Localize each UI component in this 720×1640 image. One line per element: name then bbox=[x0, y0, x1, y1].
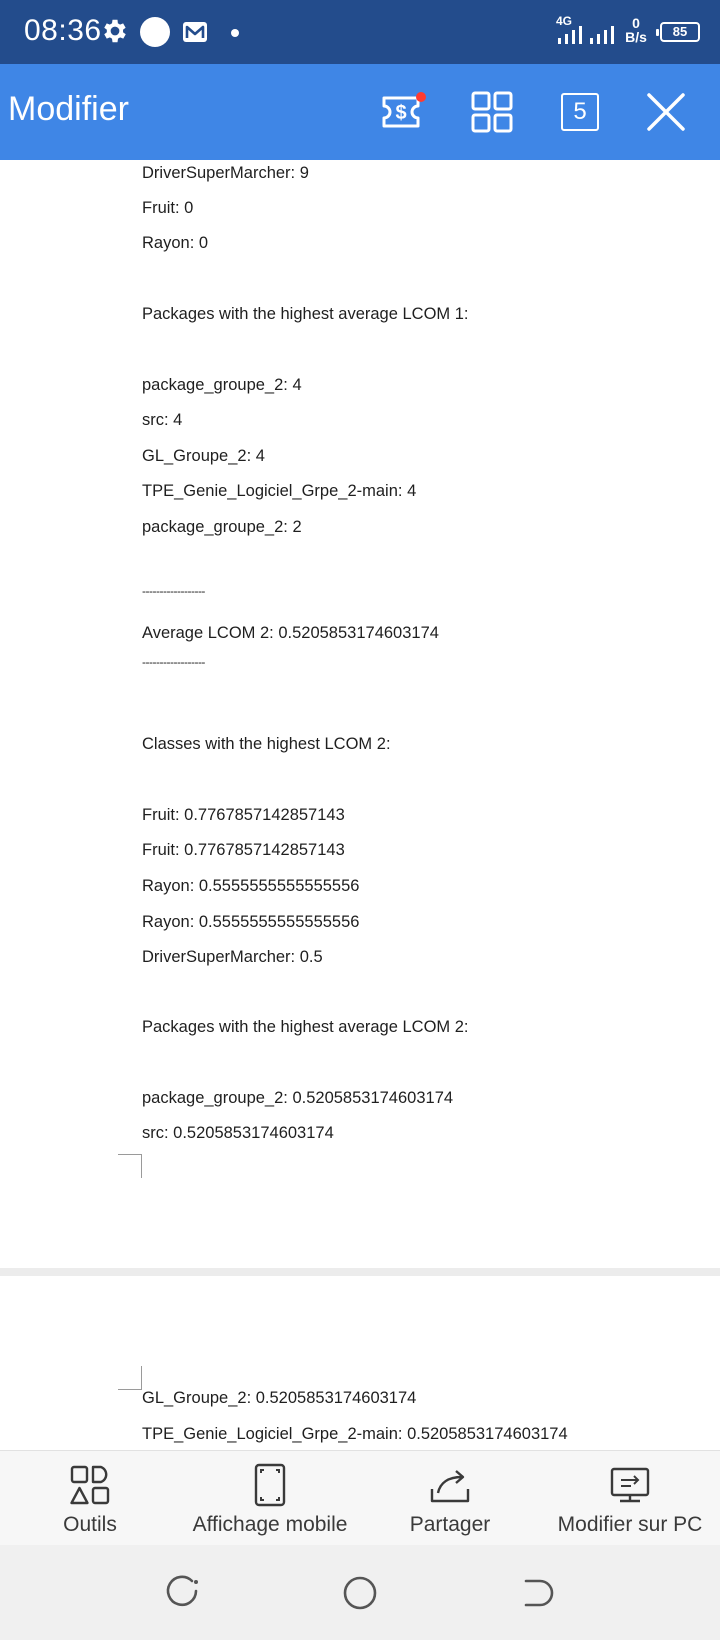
doc-line: package_groupe_2: 0.5205853174603174 bbox=[142, 1089, 454, 1107]
document-viewer[interactable]: DriverSuperMarcher: 9 Fruit: 0 Rayon: 0 … bbox=[0, 160, 720, 1450]
recent-apps-icon[interactable] bbox=[164, 1573, 204, 1613]
status-time: 08:36 bbox=[24, 14, 102, 47]
circle-notification-icon bbox=[140, 17, 170, 47]
share-button[interactable]: Partager bbox=[390, 1451, 510, 1546]
doc-line: Average LCOM 2: 0.5205853174603174 bbox=[142, 624, 439, 642]
edit-on-pc-label: Modifier sur PC bbox=[557, 1513, 703, 1536]
back-icon[interactable] bbox=[516, 1573, 556, 1613]
speed-unit: B/s bbox=[625, 29, 647, 45]
tools-button[interactable]: Outils bbox=[40, 1451, 140, 1546]
doc-line: GL_Groupe_2: 4 bbox=[142, 447, 265, 465]
page-margin-marker bbox=[118, 1366, 142, 1390]
svg-text:$: $ bbox=[395, 102, 406, 124]
edit-on-pc-icon bbox=[610, 1467, 650, 1503]
doc-line: DriverSuperMarcher: 0.5 bbox=[142, 948, 323, 966]
close-button[interactable] bbox=[640, 86, 692, 138]
doc-line: package_groupe_2: 2 bbox=[142, 518, 302, 536]
doc-line: src: 4 bbox=[142, 411, 183, 429]
doc-line: Fruit: 0.7767857142857143 bbox=[142, 806, 345, 824]
doc-line: Rayon: 0.5555555555555556 bbox=[142, 877, 360, 895]
mobile-view-label: Affichage mobile bbox=[192, 1513, 348, 1536]
page-title: Modifier bbox=[8, 90, 129, 128]
grid-view-button[interactable] bbox=[466, 86, 518, 138]
doc-line: TPE_Genie_Logiciel_Grpe_2-main: 0.520585… bbox=[142, 1425, 568, 1443]
doc-line: DriverSuperMarcher: 9 bbox=[142, 164, 309, 182]
premium-button[interactable]: $ bbox=[378, 86, 430, 138]
close-icon bbox=[647, 93, 685, 131]
gear-icon bbox=[104, 19, 126, 43]
doc-line: Rayon: 0.5555555555555556 bbox=[142, 913, 360, 931]
mobile-view-button[interactable]: Affichage mobile bbox=[178, 1451, 362, 1546]
doc-line: Packages with the highest average LCOM 1… bbox=[142, 305, 469, 323]
edit-on-pc-button[interactable]: Modifier sur PC bbox=[548, 1451, 712, 1546]
doc-line: Rayon: 0 bbox=[142, 234, 209, 252]
share-icon bbox=[430, 1470, 470, 1503]
status-bar: 08:36 4G 0 B/s 85 bbox=[0, 0, 720, 64]
document-page: DriverSuperMarcher: 9 Fruit: 0 Rayon: 0 … bbox=[0, 160, 720, 1268]
doc-line: Packages with the highest average LCOM 2… bbox=[142, 1018, 469, 1036]
page-separator bbox=[0, 1268, 720, 1276]
doc-line: Classes with the highest LCOM 2: bbox=[142, 735, 391, 753]
doc-separator: ------------------ bbox=[142, 584, 205, 598]
doc-line: package_groupe_2: 4 bbox=[142, 376, 302, 394]
doc-line: GL_Groupe_2: 0.5205853174603174 bbox=[142, 1389, 417, 1407]
tools-label: Outils bbox=[63, 1513, 117, 1536]
doc-line: TPE_Genie_Logiciel_Grpe_2-main: 4 bbox=[142, 482, 417, 500]
home-icon[interactable] bbox=[340, 1573, 380, 1613]
battery-icon: 85 bbox=[656, 22, 700, 42]
doc-line: src: 0.5205853174603174 bbox=[142, 1124, 334, 1142]
network-speed: 0 B/s bbox=[622, 16, 650, 44]
pages-button[interactable]: 5 bbox=[554, 86, 606, 138]
bottom-toolbar: Outils Affichage mobile Partager Modifie… bbox=[0, 1450, 720, 1545]
grid-icon bbox=[471, 91, 513, 133]
app-bar: Modifier $ 5 bbox=[0, 64, 720, 160]
doc-line: Fruit: 0 bbox=[142, 199, 194, 217]
pages-count: 5 bbox=[561, 93, 599, 131]
share-label: Partager bbox=[409, 1513, 491, 1536]
dot-icon bbox=[231, 29, 239, 37]
mobile-view-icon bbox=[254, 1463, 286, 1507]
dollar-ticket-icon: $ bbox=[382, 92, 426, 128]
mail-icon bbox=[183, 22, 207, 42]
system-nav-bar bbox=[0, 1545, 720, 1640]
doc-line: Fruit: 0.7767857142857143 bbox=[142, 841, 345, 859]
tools-icon bbox=[70, 1465, 110, 1505]
speed-value: 0 bbox=[632, 15, 640, 31]
page-margin-marker bbox=[118, 1154, 142, 1178]
signal-icon bbox=[590, 26, 614, 44]
doc-separator: ------------------ bbox=[142, 655, 205, 669]
signal-icon bbox=[558, 26, 582, 44]
